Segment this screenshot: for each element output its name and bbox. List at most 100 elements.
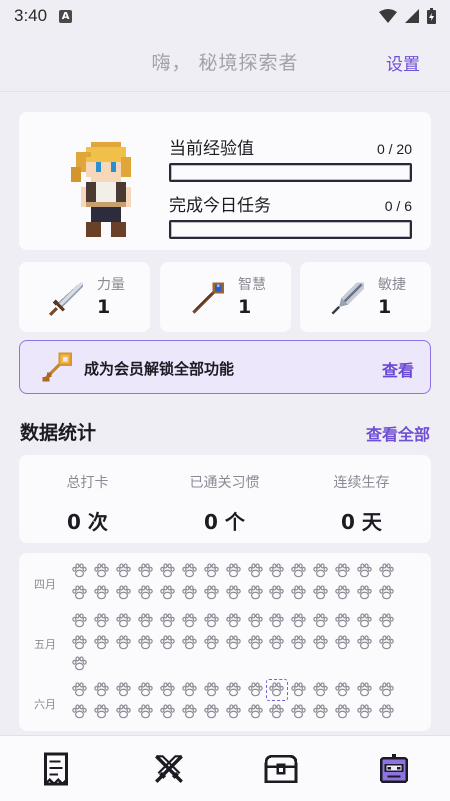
calendar-day[interactable] [69, 701, 91, 723]
tab-checklist[interactable] [32, 745, 80, 793]
membership-banner[interactable]: 成为会员解锁全部功能 查看 [19, 340, 431, 394]
calendar-day[interactable] [310, 679, 332, 701]
calendar-day[interactable] [200, 560, 222, 582]
membership-view-button[interactable]: 查看 [382, 357, 414, 381]
calendar-day[interactable] [354, 679, 376, 701]
calendar-day[interactable] [178, 560, 200, 582]
calendar-day[interactable] [69, 582, 91, 604]
calendar-day[interactable] [244, 582, 266, 604]
calendar-day[interactable] [222, 679, 244, 701]
calendar-day[interactable] [157, 632, 179, 654]
calendar-day[interactable] [266, 632, 288, 654]
calendar-day[interactable] [91, 560, 113, 582]
calendar-day[interactable] [113, 582, 135, 604]
calendar-day[interactable] [288, 582, 310, 604]
calendar-day[interactable] [69, 610, 91, 632]
calendar-day[interactable] [332, 582, 354, 604]
tab-chest[interactable] [257, 745, 305, 793]
calendar-day[interactable] [113, 701, 135, 723]
calendar-day[interactable] [375, 679, 397, 701]
calendar-day[interactable] [178, 679, 200, 701]
view-all-button[interactable]: 查看全部 [366, 421, 430, 445]
calendar-day[interactable] [157, 679, 179, 701]
tab-battle[interactable] [145, 745, 193, 793]
calendar-day[interactable] [375, 560, 397, 582]
calendar-day[interactable] [69, 653, 91, 675]
calendar-day[interactable] [200, 632, 222, 654]
calendar-day[interactable] [178, 582, 200, 604]
calendar-day[interactable] [310, 560, 332, 582]
calendar-day[interactable] [332, 701, 354, 723]
settings-button[interactable]: 设置 [386, 50, 420, 75]
calendar-day[interactable] [135, 560, 157, 582]
calendar-day[interactable] [244, 560, 266, 582]
calendar-day[interactable] [200, 610, 222, 632]
calendar-day[interactable] [288, 560, 310, 582]
calendar-day[interactable] [178, 610, 200, 632]
calendar-day[interactable] [135, 632, 157, 654]
calendar-day[interactable] [288, 701, 310, 723]
calendar-day[interactable] [310, 610, 332, 632]
calendar-day[interactable] [288, 632, 310, 654]
calendar-day[interactable] [157, 701, 179, 723]
calendar-day[interactable] [135, 610, 157, 632]
calendar-day[interactable] [135, 701, 157, 723]
calendar-day[interactable] [266, 701, 288, 723]
calendar-day[interactable] [332, 560, 354, 582]
calendar-day[interactable] [354, 560, 376, 582]
calendar-day[interactable] [200, 582, 222, 604]
calendar-day[interactable] [222, 632, 244, 654]
calendar-day[interactable] [178, 701, 200, 723]
calendar-day[interactable] [332, 632, 354, 654]
calendar-day[interactable] [222, 582, 244, 604]
calendar-day[interactable] [332, 610, 354, 632]
calendar-day[interactable] [310, 632, 332, 654]
calendar-day[interactable] [200, 701, 222, 723]
calendar-day[interactable] [354, 610, 376, 632]
calendar-day[interactable] [135, 582, 157, 604]
calendar-day[interactable] [113, 560, 135, 582]
calendar-day[interactable] [91, 701, 113, 723]
calendar-day[interactable] [244, 632, 266, 654]
calendar-day[interactable] [91, 610, 113, 632]
calendar-day[interactable] [113, 632, 135, 654]
calendar-day[interactable] [200, 679, 222, 701]
calendar-day[interactable] [91, 632, 113, 654]
calendar-day[interactable] [244, 679, 266, 701]
calendar-day[interactable] [288, 610, 310, 632]
calendar-day[interactable] [222, 701, 244, 723]
calendar-day[interactable] [91, 582, 113, 604]
calendar-day[interactable] [354, 632, 376, 654]
tab-profile[interactable] [370, 745, 418, 793]
calendar-day-today[interactable] [266, 679, 288, 701]
calendar-day[interactable] [375, 610, 397, 632]
calendar-day[interactable] [375, 582, 397, 604]
calendar-day[interactable] [375, 632, 397, 654]
calendar-day[interactable] [266, 582, 288, 604]
attribute-card-agility[interactable]: 敏捷 1 [300, 262, 431, 332]
calendar-day[interactable] [310, 701, 332, 723]
calendar-day[interactable] [288, 679, 310, 701]
attribute-card-strength[interactable]: 力量 1 [19, 262, 150, 332]
calendar-day[interactable] [375, 701, 397, 723]
calendar-day[interactable] [157, 610, 179, 632]
calendar-day[interactable] [266, 610, 288, 632]
calendar-day[interactable] [222, 560, 244, 582]
calendar-day[interactable] [157, 560, 179, 582]
calendar-day[interactable] [354, 582, 376, 604]
calendar-day[interactable] [310, 582, 332, 604]
calendar-day[interactable] [244, 701, 266, 723]
calendar-day[interactable] [354, 701, 376, 723]
calendar-day[interactable] [69, 560, 91, 582]
calendar-day[interactable] [157, 582, 179, 604]
calendar-day[interactable] [332, 679, 354, 701]
calendar-day[interactable] [266, 560, 288, 582]
calendar-day[interactable] [69, 632, 91, 654]
calendar-day[interactable] [69, 679, 91, 701]
calendar-day[interactable] [222, 610, 244, 632]
calendar-day[interactable] [135, 679, 157, 701]
calendar-day[interactable] [113, 610, 135, 632]
calendar-day[interactable] [244, 610, 266, 632]
attribute-card-wisdom[interactable]: 智慧 1 [160, 262, 291, 332]
calendar-day[interactable] [91, 679, 113, 701]
